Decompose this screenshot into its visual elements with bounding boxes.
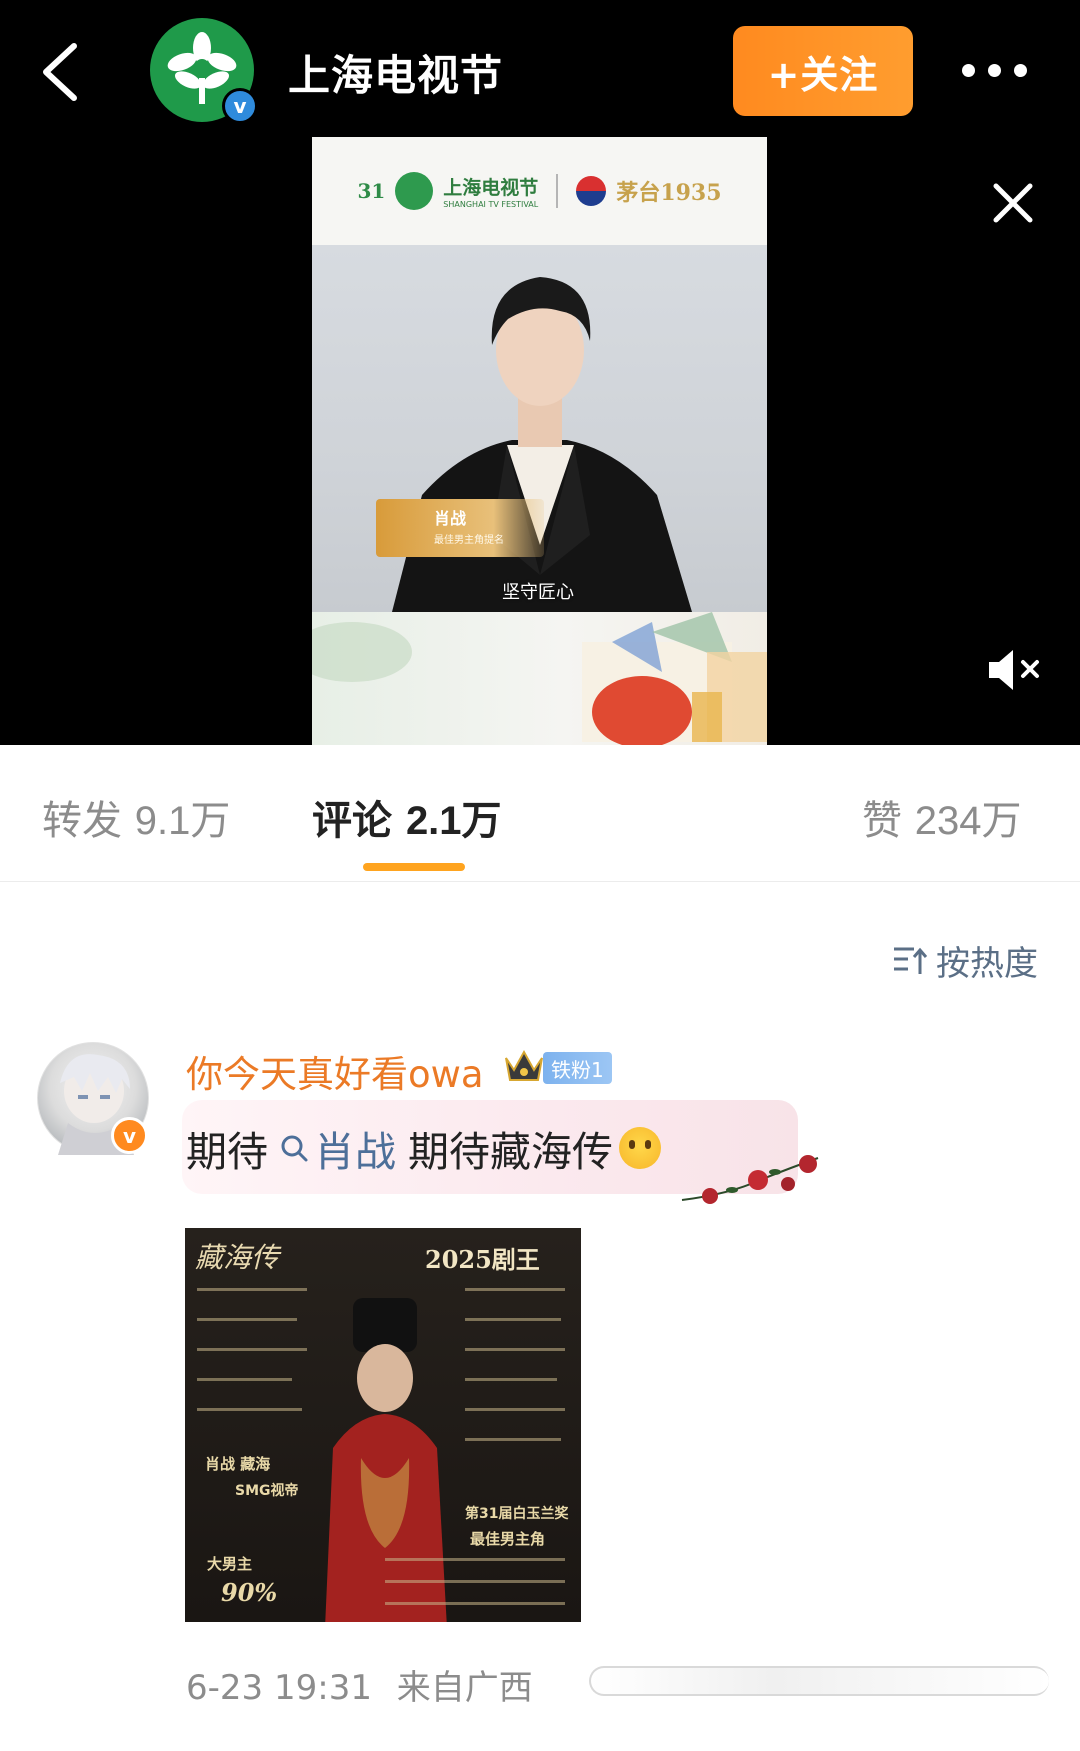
video-player[interactable]: v 上海电视节 +关注 31 上海电视节 SHANGHAI TV FESTIVA…	[0, 0, 1080, 745]
comment-text-after: 期待藏海传	[408, 1128, 613, 1176]
poster-award-center: 第31届白玉兰奖	[465, 1506, 569, 1522]
video-frame[interactable]: 31 上海电视节 SHANGHAI TV FESTIVAL 茅台1935 肖战 …	[312, 137, 767, 745]
poster-line	[465, 1318, 561, 1321]
banner-divider	[556, 174, 559, 208]
poster-line	[465, 1378, 557, 1381]
poster-line	[197, 1288, 307, 1291]
poster-line	[465, 1438, 561, 1441]
search-link-text: 肖战	[314, 1128, 396, 1176]
poster-title-right: 2025剧王	[425, 1245, 540, 1274]
commenter-verified-icon: v	[111, 1117, 148, 1154]
poster-line	[197, 1348, 307, 1351]
tab-comments[interactable]: 评论 2.1万	[312, 788, 502, 846]
video-subtitle: 坚守匠心	[502, 582, 574, 603]
sort-selector[interactable]: 按热度	[892, 938, 1038, 984]
poster-award-center-sub: 最佳男主角	[470, 1530, 546, 1548]
tab-likes[interactable]: 赞 234万	[862, 788, 1021, 846]
more-options-icon[interactable]	[962, 58, 1032, 82]
sort-icon	[894, 947, 928, 974]
mute-icon[interactable]	[985, 646, 1045, 694]
tab-comments-count: 2.1万	[405, 799, 502, 843]
video-decor-bottom	[312, 612, 767, 745]
poster-line	[197, 1408, 302, 1411]
account-name[interactable]: 上海电视节	[288, 42, 503, 103]
comment-image[interactable]: 藏海传 2025剧王 肖战 藏海 SMG视帝 第31届白玉兰奖 最佳男主角 大男…	[185, 1228, 581, 1622]
poster-line	[385, 1602, 565, 1605]
sort-label: 按热度	[936, 943, 1038, 984]
poster-line	[197, 1318, 297, 1321]
search-link[interactable]: 肖战	[278, 1118, 396, 1178]
back-arrow-icon[interactable]	[38, 40, 86, 104]
sponsor-logo-icon	[576, 176, 607, 206]
name-card-title: 肖战	[434, 509, 467, 528]
poster-line	[465, 1348, 565, 1351]
decor-art	[312, 612, 767, 745]
sponsor-name: 茅台1935	[616, 180, 722, 206]
tab-repost-count: 9.1万	[134, 799, 231, 843]
account-avatar[interactable]: v	[150, 18, 258, 124]
comment-timestamp: 6-23 19:31	[186, 1668, 372, 1708]
commenter-username[interactable]: 你今天真好看owa	[186, 1044, 484, 1098]
name-card: 肖战 最佳男主角提名	[376, 499, 544, 557]
poster-smg: SMG视帝	[235, 1483, 299, 1499]
festival-name-cn: 上海电视节	[443, 177, 539, 199]
close-icon[interactable]	[990, 180, 1036, 226]
poster-figure	[325, 1298, 447, 1622]
festival-name-en: SHANGHAI TV FESTIVAL	[443, 200, 539, 209]
comment-meta: 6-23 19:31 来自广西	[186, 1660, 533, 1709]
comment-actions-bar[interactable]	[589, 1666, 1049, 1696]
comment-text-before: 期待	[186, 1128, 268, 1176]
comment-text: 期待 肖战 期待藏海传	[186, 1118, 661, 1178]
crown-icon	[505, 1049, 543, 1081]
fan-level-badge[interactable]: 铁粉1	[543, 1052, 612, 1084]
tab-repost[interactable]: 转发 9.1万	[42, 788, 230, 846]
tab-comments-label: 评论	[312, 798, 392, 844]
festival-logo-icon	[395, 172, 434, 210]
poster-title-left: 藏海传	[195, 1241, 280, 1274]
poster-line	[465, 1288, 565, 1291]
poster-names: 肖战 藏海	[205, 1455, 271, 1473]
poster-line	[465, 1408, 565, 1411]
active-tab-indicator	[363, 863, 465, 871]
search-icon	[281, 1135, 308, 1162]
emoji-icon	[619, 1127, 661, 1169]
poster-line	[385, 1580, 565, 1583]
poster-percent-label: 大男主	[207, 1555, 253, 1573]
video-banner: 31 上海电视节 SHANGHAI TV FESTIVAL 茅台1935	[312, 137, 767, 245]
poster-line	[197, 1378, 292, 1381]
tab-likes-count: 234万	[914, 799, 1022, 843]
tab-repost-label: 转发	[42, 798, 122, 844]
follow-button[interactable]: +关注	[733, 26, 913, 116]
comment-location: 来自广西	[396, 1668, 533, 1708]
poster-percent-value: 90%	[221, 1578, 278, 1607]
festival-number: 31	[357, 179, 386, 203]
poster-line	[385, 1558, 565, 1561]
verified-icon: v	[222, 88, 258, 124]
tab-likes-label: 赞	[862, 798, 902, 844]
interaction-tabs: 转发 9.1万 评论 2.1万 赞 234万	[0, 748, 1080, 882]
rose-decoration-icon	[681, 1155, 819, 1204]
name-card-subtitle: 最佳男主角提名	[434, 535, 504, 546]
